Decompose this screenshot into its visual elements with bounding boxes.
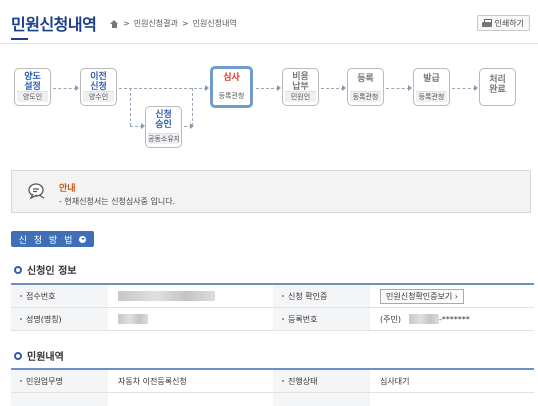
- step-transfer-setting: 양도 설정 양도인: [14, 68, 51, 106]
- step-label: 비용 납부: [292, 72, 309, 92]
- flow-join-line: [192, 88, 193, 126]
- table-row: [11, 393, 534, 406]
- printer-icon: [481, 19, 492, 27]
- step-actor: 공동소유자: [148, 133, 179, 144]
- table-row: 접수번호 신청 확인증 민원신청확인증보기 ›: [11, 285, 534, 308]
- flow-arrow: [452, 85, 478, 91]
- home-icon[interactable]: [110, 19, 119, 28]
- section-title-text: 민원내역: [27, 352, 64, 363]
- chevron-down-icon: [79, 235, 87, 243]
- step-actor: 등록관청: [350, 91, 381, 102]
- notice-title: 안내: [59, 184, 76, 194]
- breadcrumb-separator: >: [123, 19, 130, 28]
- step-fee-payment: 비용 납부 민원인: [282, 68, 319, 106]
- progress-status-value: 심사대기: [380, 376, 410, 386]
- breadcrumb-separator: >: [181, 19, 189, 28]
- step-actor: 등록관청: [215, 91, 248, 102]
- flow-branch-line: [130, 88, 131, 126]
- title-underline: [11, 38, 28, 40]
- masked-value: [408, 314, 439, 324]
- flow-arrow: [321, 85, 346, 91]
- page-header: 민원신청내역 > 민원신청결과 > 민원신청내역 인쇄하기: [0, 0, 538, 44]
- applicant-section-title: 신청인 정보: [14, 262, 76, 277]
- step-complete: 처리 완료: [479, 68, 516, 106]
- step-request-approval: 신청 승인 공동소유자: [145, 106, 182, 148]
- breadcrumb-item-result[interactable]: 민원신청결과: [134, 18, 178, 29]
- table-row: 민원업무명 자동차 이전등록신청 진행상태 심사대기: [11, 370, 534, 393]
- flow-arrow: [386, 85, 412, 91]
- process-flow: 양도 설정 양도인 이전 신청 양수인 신청 승인 공동소유자 심사 등록관청 …: [0, 44, 538, 156]
- table-header-cell: 등록번호: [273, 308, 370, 330]
- step-label: 양도 설정: [24, 72, 41, 92]
- page-title: 민원신청내역: [11, 15, 97, 34]
- view-certificate-button[interactable]: 민원신청확인증보기 ›: [380, 288, 464, 304]
- petition-section-title: 민원내역: [14, 348, 64, 363]
- step-review-active: 심사 등록관청: [210, 66, 253, 108]
- flow-arrow: [256, 85, 281, 91]
- applicant-table: 접수번호 신청 확인증 민원신청확인증보기 › 성명(명칭) 등록번호 (주민)…: [11, 283, 534, 331]
- flow-connector: [184, 123, 194, 129]
- petition-task-value: 자동차 이전등록신청: [118, 376, 187, 386]
- step-label: 이전 신청: [90, 72, 107, 92]
- table-header-cell: [11, 393, 108, 406]
- table-header-cell: 민원업무명: [11, 370, 108, 392]
- petition-table: 민원업무명 자동차 이전등록신청 진행상태 심사대기: [11, 368, 534, 406]
- section-title-text: 신청인 정보: [27, 266, 77, 277]
- table-cell: [370, 393, 534, 406]
- step-transfer-request: 이전 신청 양수인: [80, 68, 117, 106]
- table-header-cell: 성명(명칭): [11, 308, 108, 330]
- table-row: 성명(명칭) 등록번호 (주민) -*******: [11, 308, 534, 331]
- application-method-button[interactable]: 신 청 방 법: [11, 231, 94, 247]
- bullet-ring-icon: [14, 265, 22, 274]
- notice-box: 안내 - 현재신청서는 신청심사중 입니다.: [11, 170, 531, 213]
- flow-arrow: [130, 123, 145, 129]
- applicant-name-value: [108, 308, 273, 330]
- step-label: 처리 완료: [489, 75, 506, 95]
- bullet-ring-icon: [14, 351, 22, 360]
- step-actor: 민원인: [285, 91, 316, 102]
- step-registration: 등록 등록관청: [347, 68, 384, 106]
- table-header-cell: 신청 확인증: [273, 285, 370, 307]
- step-label: 등록: [357, 74, 374, 84]
- notice-text: - 현재신청서는 신청심사중 입니다.: [59, 197, 176, 206]
- reg-prefix: (주민): [380, 314, 401, 324]
- breadcrumb-item-current: 민원신청내역: [192, 19, 237, 28]
- table-header-cell: [273, 393, 370, 406]
- speech-bubble-icon: [28, 183, 45, 200]
- reg-suffix: -*******: [438, 314, 470, 324]
- step-issuance: 발급 등록관청: [413, 68, 450, 106]
- step-actor: 등록관청: [416, 91, 447, 102]
- flow-arrow: [53, 85, 79, 91]
- step-label: 신청 승인: [155, 110, 172, 130]
- table-header-cell: 진행상태: [273, 370, 370, 392]
- breadcrumb: > 민원신청결과 > 민원신청내역: [110, 18, 237, 29]
- registration-number-value: (주민) -*******: [370, 308, 534, 330]
- masked-value: [118, 314, 148, 324]
- step-actor: 양수인: [83, 91, 114, 102]
- step-label: 심사: [223, 73, 240, 83]
- print-button[interactable]: 인쇄하기: [476, 15, 530, 31]
- certificate-cell: 민원신청확인증보기 ›: [370, 285, 534, 307]
- method-button-label: 신 청 방 법: [18, 235, 75, 246]
- table-header-cell: 접수번호: [11, 285, 108, 307]
- table-cell: [108, 393, 273, 406]
- flow-arrow: [119, 85, 209, 91]
- print-label: 인쇄하기: [494, 18, 524, 28]
- receipt-number-value: [108, 285, 273, 307]
- step-label: 발급: [423, 74, 440, 84]
- masked-value: [118, 291, 215, 301]
- step-actor: 양도인: [17, 91, 48, 102]
